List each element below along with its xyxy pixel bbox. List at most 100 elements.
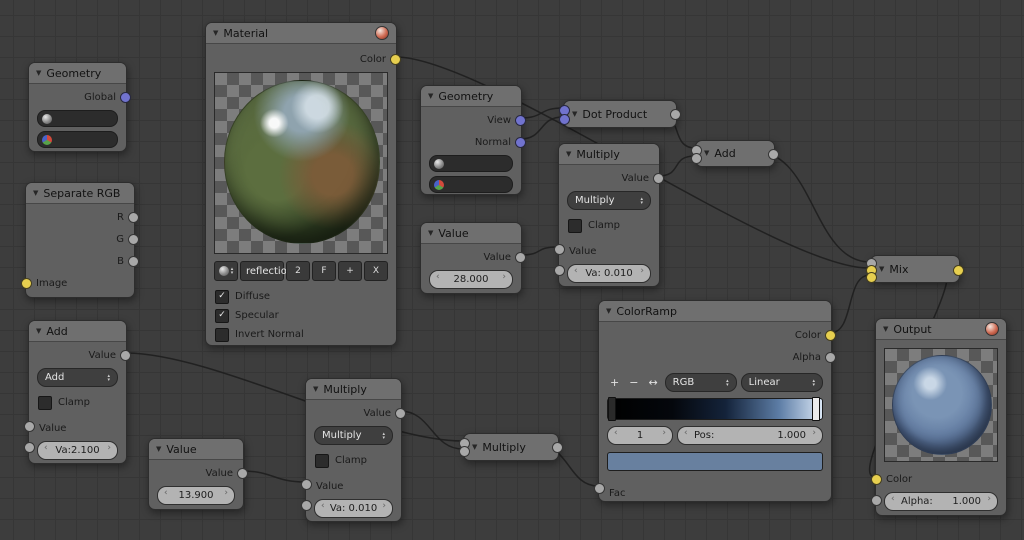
socket-value-output[interactable]: [515, 252, 526, 263]
node-editor-canvas[interactable]: ▼ Geometry Global ▼ Separate RGB R G B I…: [0, 0, 1024, 540]
node-colorramp[interactable]: ▼ ColorRamp Color Alpha + − ↔ RGB Linear…: [594, 300, 836, 502]
socket-value-output[interactable]: [670, 109, 681, 120]
node-header[interactable]: ▼ Geometry: [29, 63, 126, 84]
collapse-arrow-icon[interactable]: ▼: [428, 92, 433, 100]
collapse-arrow-icon[interactable]: ▼: [36, 327, 41, 335]
node-header[interactable]: ▼ Multiply: [306, 379, 401, 400]
users-count-button[interactable]: 2: [286, 261, 310, 281]
socket-value-output[interactable]: [552, 442, 563, 453]
node-material[interactable]: ▼ Material Color reflection 2 F + X ✓ Di…: [205, 22, 401, 346]
node-add-1[interactable]: ▼ Add Value Add Clamp Value Va:2.100: [24, 320, 131, 464]
socket-color2-input[interactable]: [866, 272, 877, 283]
vertex-color-field[interactable]: [37, 131, 118, 148]
new-material-button[interactable]: +: [338, 261, 362, 281]
node-dot-product[interactable]: ▼ Dot Product: [559, 100, 681, 128]
ramp-handle-left[interactable]: [608, 397, 616, 421]
socket-vector2-input[interactable]: [559, 114, 570, 125]
node-header[interactable]: ▼ Separate RGB: [26, 183, 134, 204]
value2-slider[interactable]: Va:2.100: [37, 441, 118, 460]
browse-material-button[interactable]: [214, 261, 238, 281]
socket-value2-input[interactable]: [554, 265, 565, 276]
socket-color-output[interactable]: [825, 330, 836, 341]
clamp-checkbox[interactable]: [38, 395, 52, 410]
collapse-arrow-icon[interactable]: ▼: [213, 29, 218, 37]
clamp-checkbox[interactable]: [568, 218, 582, 233]
socket-value2-input[interactable]: [691, 153, 702, 164]
collapse-arrow-icon[interactable]: ▼: [36, 69, 41, 77]
material-name-field[interactable]: reflection: [240, 261, 293, 281]
collapse-arrow-icon[interactable]: ▼: [704, 150, 709, 157]
collapse-arrow-icon[interactable]: ▼: [33, 189, 38, 197]
value2-slider[interactable]: Va: 0.010: [567, 264, 651, 283]
socket-value2-input[interactable]: [459, 446, 470, 457]
node-output[interactable]: ▼ Output Color Alpha: 1.000: [871, 318, 1007, 516]
collapse-arrow-icon[interactable]: ▼: [566, 150, 571, 158]
unlink-material-button[interactable]: X: [364, 261, 388, 281]
socket-color-output[interactable]: [953, 265, 964, 276]
socket-value-output[interactable]: [395, 408, 406, 419]
vertex-color-field[interactable]: [429, 176, 513, 193]
socket-value2-input[interactable]: [24, 442, 35, 453]
value-slider[interactable]: 28.000: [429, 270, 513, 289]
node-multiply-1[interactable]: ▼ Multiply Value Multiply Clamp Value Va…: [554, 143, 664, 287]
node-value-1[interactable]: ▼ Value Value 28.000: [420, 222, 526, 294]
collapse-arrow-icon[interactable]: ▼: [879, 265, 884, 273]
ramp-handle-right[interactable]: [812, 397, 820, 421]
socket-alpha-input[interactable]: [871, 495, 882, 506]
specular-checkbox[interactable]: ✓: [215, 308, 229, 323]
interpolation-dropdown[interactable]: Linear: [740, 373, 823, 392]
node-header[interactable]: ▼ Material: [206, 23, 396, 44]
socket-value-output[interactable]: [653, 173, 664, 184]
delete-stop-button[interactable]: −: [626, 374, 641, 391]
collapse-arrow-icon[interactable]: ▼: [572, 110, 577, 118]
node-header[interactable]: ▼ Value: [421, 223, 521, 244]
stop-color-swatch[interactable]: [607, 452, 823, 471]
operation-dropdown[interactable]: Multiply: [314, 426, 393, 445]
collapse-arrow-icon[interactable]: ▼: [606, 307, 611, 315]
invert-normal-checkbox[interactable]: [215, 327, 229, 342]
socket-color-input[interactable]: [871, 474, 882, 485]
value-slider[interactable]: 13.900: [157, 486, 235, 505]
collapse-arrow-icon[interactable]: ▼: [313, 385, 318, 393]
socket-g-output[interactable]: [128, 234, 139, 245]
socket-b-output[interactable]: [128, 256, 139, 267]
fake-user-button[interactable]: F: [312, 261, 336, 281]
socket-value1-input[interactable]: [24, 421, 35, 432]
socket-image-input[interactable]: [21, 278, 32, 289]
node-header[interactable]: ▼ ColorRamp: [599, 301, 831, 322]
node-multiply-2[interactable]: ▼ Multiply Value Multiply Clamp Value Va…: [301, 378, 406, 522]
node-header[interactable]: ▼ Geometry: [421, 86, 521, 107]
color-mode-dropdown[interactable]: RGB: [664, 373, 737, 392]
flip-ramp-button[interactable]: ↔: [645, 374, 660, 391]
socket-value-output[interactable]: [768, 149, 779, 160]
collapse-arrow-icon[interactable]: ▼: [156, 445, 161, 453]
uv-layer-field[interactable]: [37, 110, 118, 127]
socket-color-output[interactable]: [390, 54, 401, 65]
socket-global-output[interactable]: [120, 92, 131, 103]
socket-fac-input[interactable]: [594, 483, 605, 494]
color-ramp-gradient[interactable]: [607, 397, 823, 421]
socket-r-output[interactable]: [128, 212, 139, 223]
uv-layer-field[interactable]: [429, 155, 513, 172]
collapse-arrow-icon[interactable]: ▼: [428, 229, 433, 237]
clamp-checkbox[interactable]: [315, 453, 329, 468]
socket-view-output[interactable]: [515, 115, 526, 126]
node-mix[interactable]: ▼ Mix: [866, 255, 964, 283]
operation-dropdown[interactable]: Multiply: [567, 191, 651, 210]
socket-value-output[interactable]: [120, 350, 131, 361]
collapse-arrow-icon[interactable]: ▼: [883, 325, 888, 333]
node-add-mini[interactable]: ▼ Add: [691, 140, 779, 167]
collapse-arrow-icon[interactable]: ▼: [472, 443, 477, 451]
node-geometry-2[interactable]: ▼ Geometry View Normal: [420, 85, 526, 195]
socket-value1-input[interactable]: [554, 244, 565, 255]
socket-value-output[interactable]: [237, 468, 248, 479]
node-multiply-mini[interactable]: ▼ Multiply: [459, 433, 563, 461]
stop-index-stepper[interactable]: 1: [607, 426, 673, 445]
socket-value1-input[interactable]: [301, 479, 312, 490]
socket-normal-output[interactable]: [515, 137, 526, 148]
node-header[interactable]: ▼ Output: [876, 319, 1006, 340]
node-header[interactable]: ▼ Multiply: [559, 144, 659, 165]
node-header[interactable]: ▼ Add: [29, 321, 126, 342]
alpha-slider[interactable]: Alpha: 1.000: [884, 492, 998, 511]
node-header[interactable]: ▼ Value: [149, 439, 243, 460]
